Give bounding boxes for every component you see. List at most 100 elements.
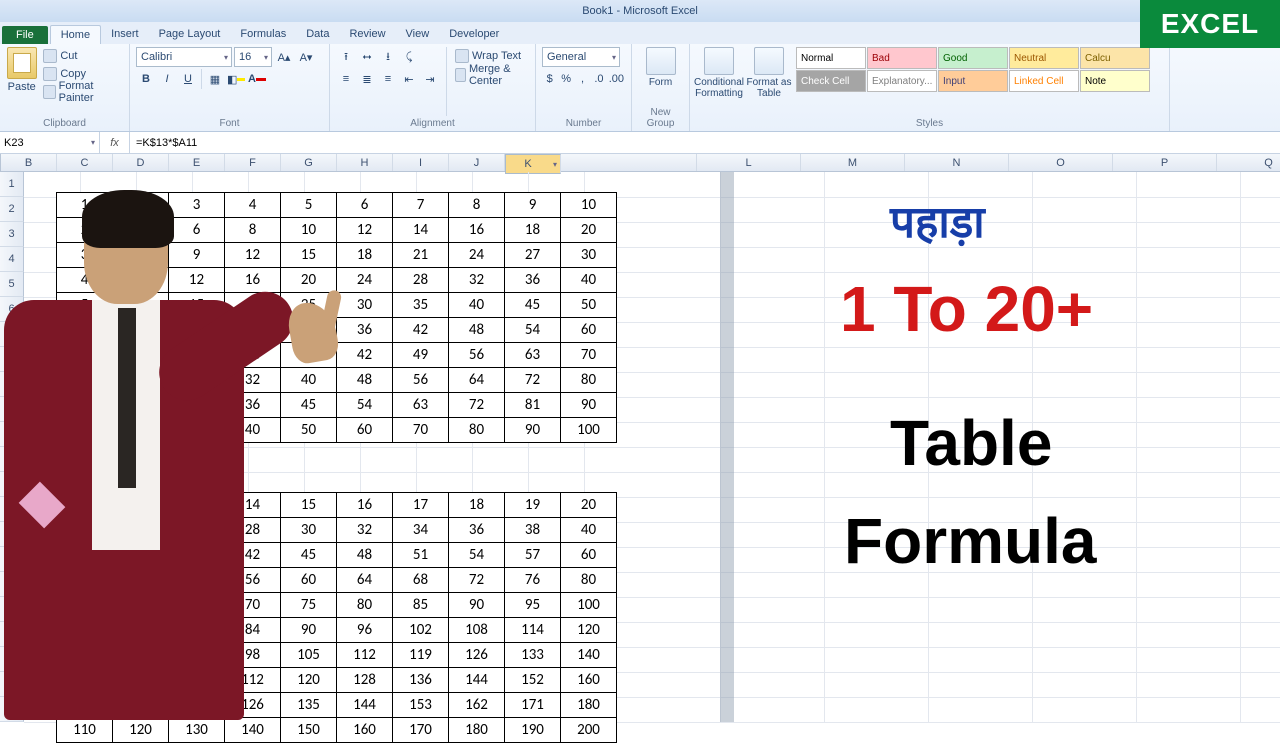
cell[interactable]: 119: [393, 643, 449, 668]
cell[interactable]: 54: [337, 393, 393, 418]
font-family-select[interactable]: Calibri: [136, 47, 232, 67]
cell[interactable]: 30: [561, 243, 617, 268]
cell[interactable]: 130: [169, 718, 225, 743]
cell[interactable]: 10: [561, 193, 617, 218]
cell[interactable]: 114: [505, 618, 561, 643]
align-left-button[interactable]: ≡: [336, 69, 356, 89]
tab-page-layout[interactable]: Page Layout: [149, 25, 231, 44]
cell[interactable]: 64: [449, 368, 505, 393]
cell[interactable]: 12: [337, 218, 393, 243]
cell[interactable]: 120: [561, 618, 617, 643]
align-right-button[interactable]: ≡: [378, 69, 398, 89]
cell[interactable]: 17: [393, 493, 449, 518]
cell[interactable]: 40: [561, 268, 617, 293]
cell[interactable]: 126: [449, 643, 505, 668]
tab-formulas[interactable]: Formulas: [230, 25, 296, 44]
cell[interactable]: 45: [505, 293, 561, 318]
cell[interactable]: 35: [393, 293, 449, 318]
cell[interactable]: 18: [505, 218, 561, 243]
merge-center-button[interactable]: Merge & Center: [453, 66, 529, 83]
col-header-B[interactable]: B: [1, 154, 57, 171]
cell[interactable]: 90: [449, 593, 505, 618]
formula-input[interactable]: =K$13*$A11: [130, 132, 1280, 153]
cell[interactable]: 72: [449, 393, 505, 418]
cell[interactable]: 20: [561, 493, 617, 518]
cell[interactable]: 95: [505, 593, 561, 618]
cell[interactable]: 60: [281, 568, 337, 593]
cell[interactable]: 152: [505, 668, 561, 693]
cell[interactable]: 90: [281, 618, 337, 643]
cell[interactable]: 10: [281, 218, 337, 243]
cell-style-note[interactable]: Note: [1080, 70, 1150, 92]
col-header-E[interactable]: E: [169, 154, 225, 171]
cell[interactable]: 50: [281, 418, 337, 443]
tab-view[interactable]: View: [396, 25, 440, 44]
cell[interactable]: 6: [337, 193, 393, 218]
cell[interactable]: 105: [281, 643, 337, 668]
cell-style-checkcell[interactable]: Check Cell: [796, 70, 866, 92]
cell[interactable]: 20: [281, 268, 337, 293]
cell[interactable]: 15: [281, 493, 337, 518]
col-header-D[interactable]: D: [113, 154, 169, 171]
conditional-formatting-button[interactable]: Conditional Formatting: [696, 47, 742, 116]
cell[interactable]: 136: [393, 668, 449, 693]
cell[interactable]: 150: [281, 718, 337, 743]
cell[interactable]: 70: [393, 418, 449, 443]
cell[interactable]: 32: [337, 518, 393, 543]
border-button[interactable]: ▦: [205, 69, 225, 89]
cell-styles-gallery[interactable]: NormalBadGoodNeutralCalcuCheck CellExpla…: [796, 47, 1150, 116]
comma-button[interactable]: ,: [575, 69, 590, 89]
wrap-text-button[interactable]: Wrap Text: [453, 47, 529, 64]
decrease-indent-button[interactable]: ⇤: [399, 69, 419, 89]
cell[interactable]: 56: [393, 368, 449, 393]
cell[interactable]: 102: [393, 618, 449, 643]
cell[interactable]: 30: [337, 293, 393, 318]
col-header-C[interactable]: C: [57, 154, 113, 171]
cell[interactable]: 100: [561, 418, 617, 443]
cell[interactable]: 42: [337, 343, 393, 368]
cell[interactable]: 81: [505, 393, 561, 418]
col-header-K[interactable]: K: [505, 154, 561, 174]
cell[interactable]: 80: [561, 368, 617, 393]
cell[interactable]: 120: [281, 668, 337, 693]
col-header-O[interactable]: O: [1009, 154, 1113, 171]
col-header-G[interactable]: G: [281, 154, 337, 171]
cell[interactable]: 180: [449, 718, 505, 743]
cell-style-input[interactable]: Input: [938, 70, 1008, 92]
cell[interactable]: 80: [337, 593, 393, 618]
cell[interactable]: 160: [561, 668, 617, 693]
cell-style-neutral[interactable]: Neutral: [1009, 47, 1079, 69]
cell[interactable]: 200: [561, 718, 617, 743]
percent-button[interactable]: %: [558, 69, 573, 89]
cell[interactable]: 133: [505, 643, 561, 668]
col-header-P[interactable]: P: [1113, 154, 1217, 171]
bold-button[interactable]: B: [136, 69, 156, 89]
cell[interactable]: 120: [113, 718, 169, 743]
tab-developer[interactable]: Developer: [439, 25, 509, 44]
cell-style-good[interactable]: Good: [938, 47, 1008, 69]
cell[interactable]: 68: [393, 568, 449, 593]
cut-button[interactable]: Cut: [41, 47, 123, 64]
cell[interactable]: 28: [393, 268, 449, 293]
cell[interactable]: 38: [505, 518, 561, 543]
italic-button[interactable]: I: [157, 69, 177, 89]
col-header-J[interactable]: J: [449, 154, 505, 171]
cell[interactable]: 64: [337, 568, 393, 593]
cell[interactable]: 50: [561, 293, 617, 318]
cell[interactable]: 128: [337, 668, 393, 693]
cell[interactable]: 140: [225, 718, 281, 743]
align-top-button[interactable]: ⭱: [336, 47, 356, 67]
cell[interactable]: 63: [505, 343, 561, 368]
cell[interactable]: 96: [337, 618, 393, 643]
align-bottom-button[interactable]: ⭳: [378, 47, 398, 67]
cell[interactable]: 18: [449, 493, 505, 518]
tab-home[interactable]: Home: [50, 25, 101, 44]
accounting-format-button[interactable]: $: [542, 69, 557, 89]
cell[interactable]: 162: [449, 693, 505, 718]
cell[interactable]: 24: [449, 243, 505, 268]
cell[interactable]: 63: [393, 393, 449, 418]
cell-style-linkedcell[interactable]: Linked Cell: [1009, 70, 1079, 92]
col-header-L[interactable]: L: [697, 154, 801, 171]
cell[interactable]: 60: [337, 418, 393, 443]
cell[interactable]: 85: [393, 593, 449, 618]
